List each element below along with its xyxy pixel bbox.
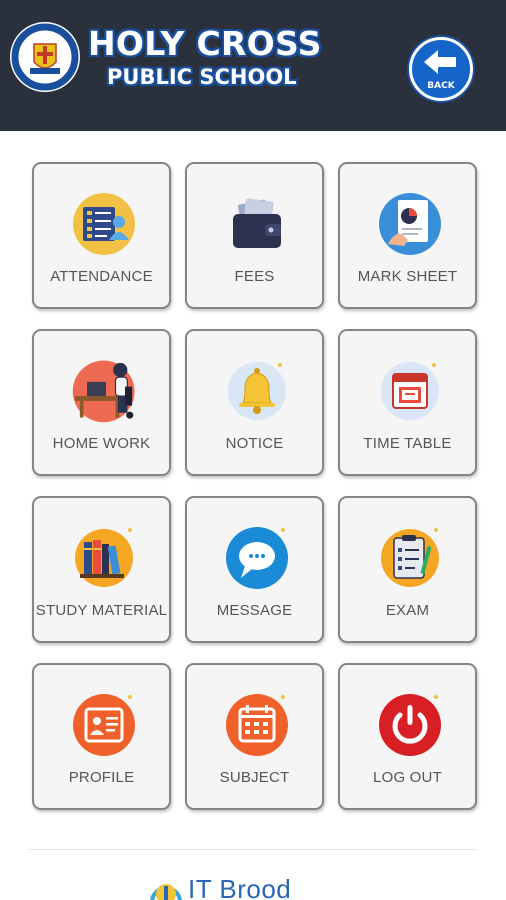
- menu-grid: ATTENDANCE FEES MARK SHEET HOME WORK NOT…: [32, 162, 478, 812]
- bell-icon: [228, 362, 286, 420]
- menu-tile-time-table[interactable]: TIME TABLE: [338, 329, 477, 476]
- footer-divider: [29, 849, 477, 850]
- school-subtitle: PUBLIC SCHOOL: [107, 65, 297, 89]
- menu-label: HOME WORK: [52, 435, 151, 452]
- school-logo: [10, 22, 80, 92]
- message-icon: [226, 527, 288, 589]
- brand-mark-icon: [150, 884, 182, 900]
- profile-icon: [73, 694, 135, 756]
- menu-tile-attendance[interactable]: ATTENDANCE: [32, 162, 171, 309]
- wallet-icon: [233, 198, 281, 248]
- subject-icon: [226, 694, 288, 756]
- app-header: HOLY CROSS PUBLIC SCHOOL BACK: [0, 0, 506, 131]
- menu-tile-subject[interactable]: SUBJECT: [185, 663, 324, 810]
- school-name: HOLY CROSS: [88, 24, 322, 63]
- menu-tile-profile[interactable]: PROFILE: [32, 663, 171, 810]
- menu-tile-fees[interactable]: FEES: [185, 162, 324, 309]
- menu-label: SUBJECT: [219, 769, 290, 786]
- books-icon: [75, 528, 133, 587]
- marksheet-icon: [379, 193, 441, 255]
- menu-tile-home-work[interactable]: HOME WORK: [32, 329, 171, 476]
- footer-brand-logo: IT Brood: [148, 866, 328, 900]
- calendar-icon: [381, 362, 439, 420]
- homework-icon: [72, 360, 135, 423]
- menu-tile-mark-sheet[interactable]: MARK SHEET: [338, 162, 477, 309]
- back-arrow-icon: [424, 50, 456, 74]
- menu-tile-message[interactable]: MESSAGE: [185, 496, 324, 643]
- menu-tile-notice[interactable]: NOTICE: [185, 329, 324, 476]
- menu-label: PROFILE: [68, 769, 135, 786]
- menu-label: NOTICE: [225, 435, 284, 452]
- menu-tile-exam[interactable]: EXAM: [338, 496, 477, 643]
- footer-brand-text: IT Brood: [188, 874, 292, 900]
- menu-label: TIME TABLE: [363, 435, 452, 452]
- menu-label: MARK SHEET: [357, 268, 458, 285]
- menu-tile-log-out[interactable]: LOG OUT: [338, 663, 477, 810]
- clipboard-icon: [381, 528, 439, 587]
- menu-label: FEES: [234, 268, 275, 285]
- menu-label: ATTENDANCE: [50, 268, 153, 285]
- menu-tile-study-material[interactable]: STUDY MATERIAL: [32, 496, 171, 643]
- attendance-icon: [73, 193, 135, 255]
- back-button[interactable]: BACK: [409, 37, 473, 101]
- menu-label: LOG OUT: [373, 769, 442, 786]
- back-label: BACK: [427, 81, 455, 91]
- power-icon: [379, 694, 441, 756]
- menu-label: MESSAGE: [216, 602, 293, 619]
- menu-label: EXAM: [385, 602, 430, 619]
- menu-label: STUDY MATERIAL: [35, 602, 168, 619]
